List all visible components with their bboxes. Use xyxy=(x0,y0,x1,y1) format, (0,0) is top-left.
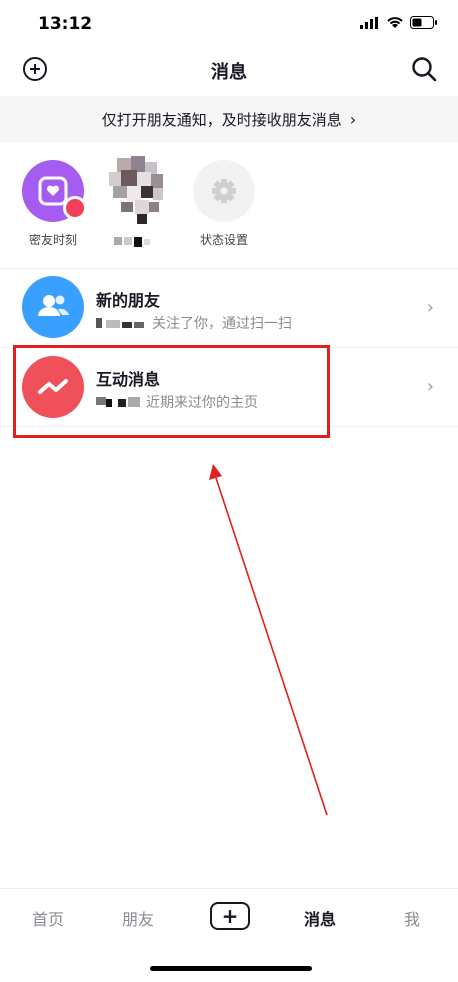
nav-home[interactable]: 首页 xyxy=(32,906,64,930)
nav-friends[interactable]: 朋友 xyxy=(122,906,154,930)
nav-me[interactable]: 我 xyxy=(404,906,420,930)
annotation-arrow xyxy=(209,464,328,816)
nav-create-button[interactable]: + xyxy=(210,902,250,930)
home-indicator xyxy=(150,966,312,971)
divider xyxy=(0,888,458,889)
nav-messages[interactable]: 消息 xyxy=(304,906,336,930)
